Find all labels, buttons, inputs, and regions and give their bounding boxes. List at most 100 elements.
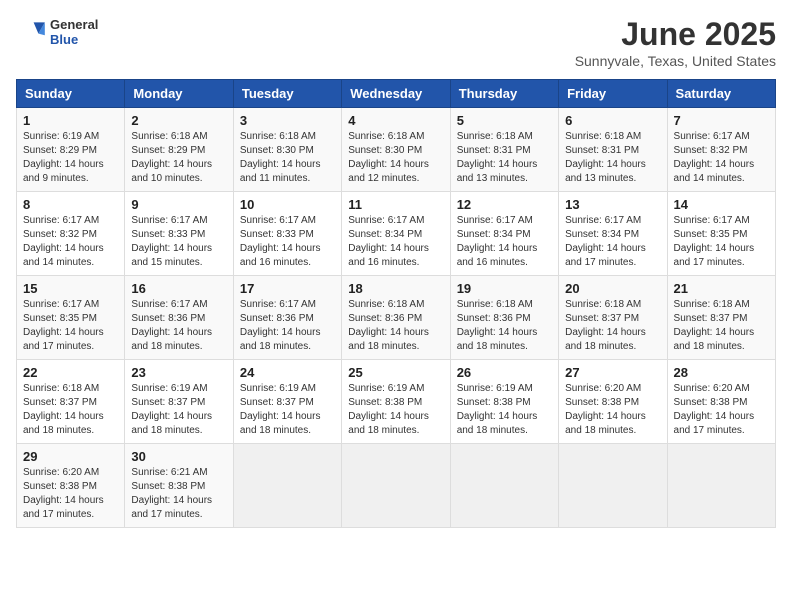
day-number: 28 bbox=[674, 365, 769, 380]
calendar-day-14: 14 Sunrise: 6:17 AM Sunset: 8:35 PM Dayl… bbox=[667, 192, 775, 276]
calendar-empty-cell bbox=[450, 444, 558, 528]
day-info: Sunrise: 6:18 AM Sunset: 8:37 PM Dayligh… bbox=[674, 298, 769, 354]
calendar-day-16: 16 Sunrise: 6:17 AM Sunset: 8:36 PM Dayl… bbox=[125, 276, 233, 360]
day-number: 19 bbox=[457, 281, 552, 296]
calendar-day-1: 1 Sunrise: 6:19 AM Sunset: 8:29 PM Dayli… bbox=[17, 108, 125, 192]
calendar-day-15: 15 Sunrise: 6:17 AM Sunset: 8:35 PM Dayl… bbox=[17, 276, 125, 360]
calendar-day-7: 7 Sunrise: 6:17 AM Sunset: 8:32 PM Dayli… bbox=[667, 108, 775, 192]
day-number: 20 bbox=[565, 281, 660, 296]
day-number: 22 bbox=[23, 365, 118, 380]
calendar-day-28: 28 Sunrise: 6:20 AM Sunset: 8:38 PM Dayl… bbox=[667, 360, 775, 444]
day-info: Sunrise: 6:18 AM Sunset: 8:30 PM Dayligh… bbox=[240, 130, 335, 186]
calendar-empty-cell bbox=[342, 444, 450, 528]
day-info: Sunrise: 6:17 AM Sunset: 8:35 PM Dayligh… bbox=[674, 214, 769, 270]
calendar-day-26: 26 Sunrise: 6:19 AM Sunset: 8:38 PM Dayl… bbox=[450, 360, 558, 444]
title-area: June 2025 Sunnyvale, Texas, United State… bbox=[575, 16, 776, 69]
logo-text: General Blue bbox=[50, 17, 98, 47]
day-number: 21 bbox=[674, 281, 769, 296]
day-number: 6 bbox=[565, 113, 660, 128]
calendar-day-27: 27 Sunrise: 6:20 AM Sunset: 8:38 PM Dayl… bbox=[559, 360, 667, 444]
calendar-day-5: 5 Sunrise: 6:18 AM Sunset: 8:31 PM Dayli… bbox=[450, 108, 558, 192]
calendar-day-23: 23 Sunrise: 6:19 AM Sunset: 8:37 PM Dayl… bbox=[125, 360, 233, 444]
day-info: Sunrise: 6:18 AM Sunset: 8:37 PM Dayligh… bbox=[23, 382, 118, 438]
day-header-thursday: Thursday bbox=[450, 80, 558, 108]
day-number: 1 bbox=[23, 113, 118, 128]
calendar-day-22: 22 Sunrise: 6:18 AM Sunset: 8:37 PM Dayl… bbox=[17, 360, 125, 444]
day-number: 25 bbox=[348, 365, 443, 380]
calendar-day-2: 2 Sunrise: 6:18 AM Sunset: 8:29 PM Dayli… bbox=[125, 108, 233, 192]
calendar-day-13: 13 Sunrise: 6:17 AM Sunset: 8:34 PM Dayl… bbox=[559, 192, 667, 276]
day-number: 11 bbox=[348, 197, 443, 212]
calendar-day-17: 17 Sunrise: 6:17 AM Sunset: 8:36 PM Dayl… bbox=[233, 276, 341, 360]
calendar-day-10: 10 Sunrise: 6:17 AM Sunset: 8:33 PM Dayl… bbox=[233, 192, 341, 276]
calendar-empty-cell bbox=[667, 444, 775, 528]
calendar-header-row: SundayMondayTuesdayWednesdayThursdayFrid… bbox=[17, 80, 776, 108]
day-header-tuesday: Tuesday bbox=[233, 80, 341, 108]
day-info: Sunrise: 6:18 AM Sunset: 8:36 PM Dayligh… bbox=[348, 298, 443, 354]
day-info: Sunrise: 6:17 AM Sunset: 8:34 PM Dayligh… bbox=[565, 214, 660, 270]
day-number: 5 bbox=[457, 113, 552, 128]
day-number: 13 bbox=[565, 197, 660, 212]
day-number: 3 bbox=[240, 113, 335, 128]
day-number: 18 bbox=[348, 281, 443, 296]
logo: General Blue bbox=[16, 16, 98, 48]
page-header: General Blue June 2025 Sunnyvale, Texas,… bbox=[16, 16, 776, 69]
day-info: Sunrise: 6:18 AM Sunset: 8:36 PM Dayligh… bbox=[457, 298, 552, 354]
day-info: Sunrise: 6:18 AM Sunset: 8:31 PM Dayligh… bbox=[457, 130, 552, 186]
day-info: Sunrise: 6:19 AM Sunset: 8:38 PM Dayligh… bbox=[348, 382, 443, 438]
calendar-week-row: 29 Sunrise: 6:20 AM Sunset: 8:38 PM Dayl… bbox=[17, 444, 776, 528]
day-info: Sunrise: 6:18 AM Sunset: 8:30 PM Dayligh… bbox=[348, 130, 443, 186]
calendar-day-12: 12 Sunrise: 6:17 AM Sunset: 8:34 PM Dayl… bbox=[450, 192, 558, 276]
day-info: Sunrise: 6:17 AM Sunset: 8:33 PM Dayligh… bbox=[131, 214, 226, 270]
day-number: 10 bbox=[240, 197, 335, 212]
logo-blue: Blue bbox=[50, 32, 98, 47]
day-number: 2 bbox=[131, 113, 226, 128]
day-header-saturday: Saturday bbox=[667, 80, 775, 108]
calendar-empty-cell bbox=[233, 444, 341, 528]
day-number: 29 bbox=[23, 449, 118, 464]
day-info: Sunrise: 6:20 AM Sunset: 8:38 PM Dayligh… bbox=[23, 466, 118, 522]
day-number: 14 bbox=[674, 197, 769, 212]
location: Sunnyvale, Texas, United States bbox=[575, 53, 776, 69]
day-info: Sunrise: 6:17 AM Sunset: 8:36 PM Dayligh… bbox=[240, 298, 335, 354]
calendar-week-row: 15 Sunrise: 6:17 AM Sunset: 8:35 PM Dayl… bbox=[17, 276, 776, 360]
day-header-monday: Monday bbox=[125, 80, 233, 108]
calendar-day-20: 20 Sunrise: 6:18 AM Sunset: 8:37 PM Dayl… bbox=[559, 276, 667, 360]
day-number: 12 bbox=[457, 197, 552, 212]
calendar-day-18: 18 Sunrise: 6:18 AM Sunset: 8:36 PM Dayl… bbox=[342, 276, 450, 360]
calendar-table: SundayMondayTuesdayWednesdayThursdayFrid… bbox=[16, 79, 776, 528]
logo-general: General bbox=[50, 17, 98, 32]
day-info: Sunrise: 6:19 AM Sunset: 8:29 PM Dayligh… bbox=[23, 130, 118, 186]
day-number: 15 bbox=[23, 281, 118, 296]
calendar-day-11: 11 Sunrise: 6:17 AM Sunset: 8:34 PM Dayl… bbox=[342, 192, 450, 276]
day-header-friday: Friday bbox=[559, 80, 667, 108]
day-info: Sunrise: 6:18 AM Sunset: 8:31 PM Dayligh… bbox=[565, 130, 660, 186]
calendar-week-row: 22 Sunrise: 6:18 AM Sunset: 8:37 PM Dayl… bbox=[17, 360, 776, 444]
day-number: 30 bbox=[131, 449, 226, 464]
day-info: Sunrise: 6:19 AM Sunset: 8:37 PM Dayligh… bbox=[240, 382, 335, 438]
day-number: 4 bbox=[348, 113, 443, 128]
month-title: June 2025 bbox=[575, 16, 776, 53]
calendar-day-30: 30 Sunrise: 6:21 AM Sunset: 8:38 PM Dayl… bbox=[125, 444, 233, 528]
day-info: Sunrise: 6:17 AM Sunset: 8:34 PM Dayligh… bbox=[348, 214, 443, 270]
logo-icon bbox=[16, 16, 48, 48]
day-info: Sunrise: 6:19 AM Sunset: 8:38 PM Dayligh… bbox=[457, 382, 552, 438]
calendar-day-19: 19 Sunrise: 6:18 AM Sunset: 8:36 PM Dayl… bbox=[450, 276, 558, 360]
day-info: Sunrise: 6:17 AM Sunset: 8:32 PM Dayligh… bbox=[674, 130, 769, 186]
calendar-day-24: 24 Sunrise: 6:19 AM Sunset: 8:37 PM Dayl… bbox=[233, 360, 341, 444]
day-info: Sunrise: 6:17 AM Sunset: 8:35 PM Dayligh… bbox=[23, 298, 118, 354]
calendar-day-21: 21 Sunrise: 6:18 AM Sunset: 8:37 PM Dayl… bbox=[667, 276, 775, 360]
calendar-day-9: 9 Sunrise: 6:17 AM Sunset: 8:33 PM Dayli… bbox=[125, 192, 233, 276]
day-info: Sunrise: 6:17 AM Sunset: 8:34 PM Dayligh… bbox=[457, 214, 552, 270]
day-info: Sunrise: 6:17 AM Sunset: 8:32 PM Dayligh… bbox=[23, 214, 118, 270]
calendar-week-row: 1 Sunrise: 6:19 AM Sunset: 8:29 PM Dayli… bbox=[17, 108, 776, 192]
day-number: 23 bbox=[131, 365, 226, 380]
calendar-day-8: 8 Sunrise: 6:17 AM Sunset: 8:32 PM Dayli… bbox=[17, 192, 125, 276]
day-number: 8 bbox=[23, 197, 118, 212]
day-info: Sunrise: 6:17 AM Sunset: 8:33 PM Dayligh… bbox=[240, 214, 335, 270]
day-number: 17 bbox=[240, 281, 335, 296]
day-header-wednesday: Wednesday bbox=[342, 80, 450, 108]
calendar-day-3: 3 Sunrise: 6:18 AM Sunset: 8:30 PM Dayli… bbox=[233, 108, 341, 192]
day-number: 16 bbox=[131, 281, 226, 296]
day-number: 26 bbox=[457, 365, 552, 380]
